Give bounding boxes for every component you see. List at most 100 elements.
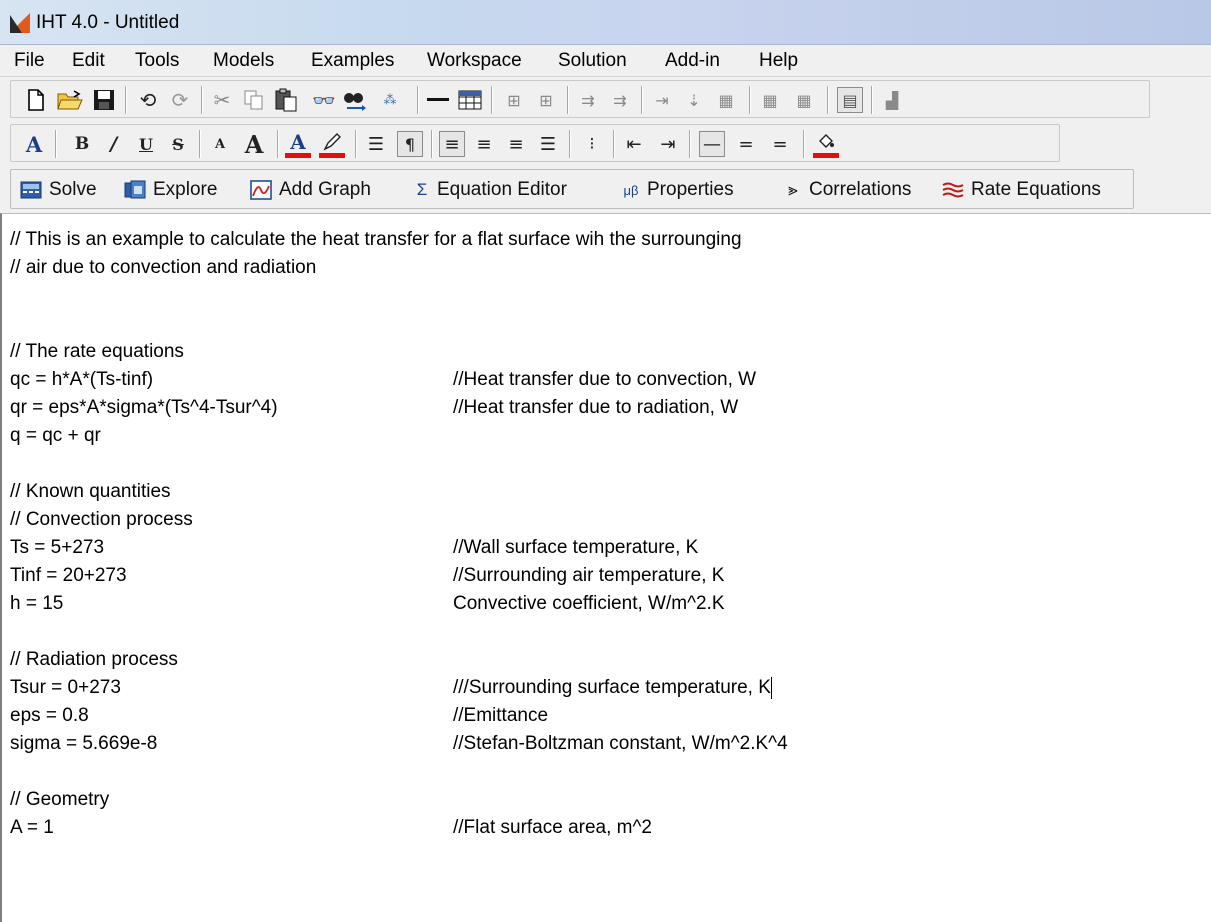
menu-help[interactable]: Help xyxy=(759,50,798,72)
explore-label: Explore xyxy=(153,179,218,200)
align-justify-icon[interactable]: ☰ xyxy=(535,131,561,157)
explore-button[interactable]: Explore xyxy=(123,178,217,202)
align-center-icon[interactable]: ≡ xyxy=(471,131,497,157)
bold-button[interactable]: B xyxy=(69,131,95,157)
window-title: IHT 4.0 - Untitled xyxy=(36,12,180,33)
menu-edit[interactable]: Edit xyxy=(72,50,105,72)
tinf-comment: //Surrounding air temperature, K xyxy=(453,565,725,586)
paint-bucket-icon[interactable] xyxy=(813,131,839,158)
show-formatting-icon[interactable]: ¶ xyxy=(397,131,423,157)
show-gridlines-icon[interactable]: ▤ xyxy=(837,87,863,113)
sigma-icon: Σ xyxy=(416,180,428,199)
save-icon[interactable] xyxy=(91,87,117,113)
menu-models[interactable]: Models xyxy=(213,50,274,72)
single-spacing-icon[interactable]: — xyxy=(699,131,725,157)
correlations-button[interactable]: ⪢ Correlations xyxy=(783,178,911,202)
solve-button[interactable]: Solve xyxy=(19,178,97,202)
paste-icon[interactable] xyxy=(273,87,299,113)
italic-button[interactable]: / xyxy=(101,131,127,157)
properties-label: Properties xyxy=(647,179,734,200)
insert-table-icon[interactable] xyxy=(457,87,483,113)
separator xyxy=(569,130,571,158)
insert-row-above-icon[interactable]: ⊞ xyxy=(501,87,527,113)
separator xyxy=(199,130,201,158)
find-icon[interactable]: 👓 xyxy=(311,87,337,113)
equation-editor-button[interactable]: Σ Equation Editor xyxy=(413,178,567,202)
insert-column-right-icon[interactable]: ⇉ xyxy=(607,87,633,113)
standard-toolbar: ⟲ ⟳ ✂ 👓 ⁂ ⊞ ⊞ ⇉ ⇉ ⇥ ⇣ ▦ ▦ ▦ ▤ ▟ xyxy=(0,77,1211,121)
separator xyxy=(827,86,829,114)
delete-row-icon[interactable]: ⇥ xyxy=(649,87,675,113)
qc-equation: qc = h*A*(Ts-tinf) xyxy=(10,369,154,390)
text-cursor xyxy=(770,677,772,699)
menu-workspace[interactable]: Workspace xyxy=(427,50,522,72)
add-graph-label: Add Graph xyxy=(279,179,371,200)
undo-icon[interactable]: ⟲ xyxy=(135,87,161,113)
menu-examples[interactable]: Examples xyxy=(311,50,394,72)
grow-font-button[interactable]: A xyxy=(241,130,267,159)
geometry-section-title: // Geometry xyxy=(10,789,110,810)
paragraph-format-icon[interactable]: ☰ xyxy=(363,131,389,157)
separator xyxy=(749,86,751,114)
table-properties-icon[interactable]: ▟ xyxy=(879,87,905,113)
qr-equation: qr = eps*A*sigma*(Ts^4-Tsur^4) xyxy=(10,397,278,418)
split-cells-icon[interactable]: ▦ xyxy=(757,87,783,113)
header-comment-1: // This is an example to calculate the h… xyxy=(10,229,742,250)
replace-icon[interactable]: ⁂ xyxy=(377,87,403,113)
find-next-icon[interactable] xyxy=(343,87,369,113)
double-spacing-icon[interactable]: = xyxy=(767,131,793,157)
separator xyxy=(201,86,203,114)
delete-column-icon[interactable]: ⇣ xyxy=(681,87,707,113)
menu-add-in[interactable]: Add-in xyxy=(665,50,720,72)
graph-icon xyxy=(249,179,273,201)
align-left-icon[interactable]: ≡ xyxy=(439,131,465,157)
copy-icon[interactable] xyxy=(241,87,267,113)
merge-cells-icon[interactable]: ▦ xyxy=(713,87,739,113)
ts-comment: //Wall surface temperature, K xyxy=(453,537,699,558)
properties-button[interactable]: μβ Properties xyxy=(621,178,734,202)
font-icon[interactable]: A xyxy=(21,131,47,157)
sigma-equation: sigma = 5.669e-8 xyxy=(10,733,158,754)
bullets-icon[interactable]: ⁝ xyxy=(579,131,605,157)
new-file-icon[interactable] xyxy=(23,87,49,113)
mu-beta-icon: μβ xyxy=(623,182,639,198)
line-icon[interactable] xyxy=(425,87,451,113)
equation-editor-workspace[interactable]: // This is an example to calculate the h… xyxy=(0,213,1211,922)
menu-tools[interactable]: Tools xyxy=(135,50,179,72)
separator xyxy=(125,86,127,114)
insert-row-below-icon[interactable]: ⊞ xyxy=(533,87,559,113)
ts-equation: Ts = 5+273 xyxy=(10,537,105,558)
solve-label: Solve xyxy=(49,179,97,200)
tsur-equation: Tsur = 0+273 xyxy=(10,677,121,698)
sigma-comment: //Stefan-Boltzman constant, W/m^2.K^4 xyxy=(453,733,788,754)
qc-comment: //Heat transfer due to convection, W xyxy=(453,369,757,390)
decrease-indent-icon[interactable]: ⇤ xyxy=(621,131,647,157)
strikethrough-button[interactable]: S xyxy=(165,131,191,157)
separator xyxy=(55,130,57,158)
align-right-icon[interactable]: ≡ xyxy=(503,131,529,157)
explore-icon xyxy=(123,179,147,201)
correlations-icon: ⪢ xyxy=(788,180,798,199)
h-comment: Convective coefficient, W/m^2.K xyxy=(453,593,725,614)
one-half-spacing-icon[interactable]: = xyxy=(733,131,759,157)
table-grid-icon[interactable]: ▦ xyxy=(791,87,817,113)
command-toolbar: Solve Explore Add Graph Σ Equation Edito… xyxy=(0,165,1211,213)
cut-icon[interactable]: ✂ xyxy=(209,87,235,113)
shrink-font-button[interactable]: A xyxy=(207,131,233,157)
rate-equations-button[interactable]: Rate Equations xyxy=(941,178,1101,202)
separator xyxy=(355,130,357,158)
menu-solution[interactable]: Solution xyxy=(558,50,627,72)
font-color-button[interactable]: A xyxy=(285,130,311,158)
highlight-pen-icon[interactable] xyxy=(319,131,345,158)
open-folder-icon[interactable] xyxy=(57,87,83,113)
menu-file[interactable]: File xyxy=(14,50,45,72)
underline-button[interactable]: U xyxy=(133,131,159,157)
increase-indent-icon[interactable]: ⇥ xyxy=(655,131,681,157)
a-equation: A = 1 xyxy=(10,817,54,838)
add-graph-button[interactable]: Add Graph xyxy=(249,178,371,202)
redo-icon[interactable]: ⟳ xyxy=(167,87,193,113)
separator xyxy=(803,130,805,158)
tinf-equation: Tinf = 20+273 xyxy=(10,565,127,586)
insert-column-left-icon[interactable]: ⇉ xyxy=(575,87,601,113)
solve-icon xyxy=(19,179,43,201)
